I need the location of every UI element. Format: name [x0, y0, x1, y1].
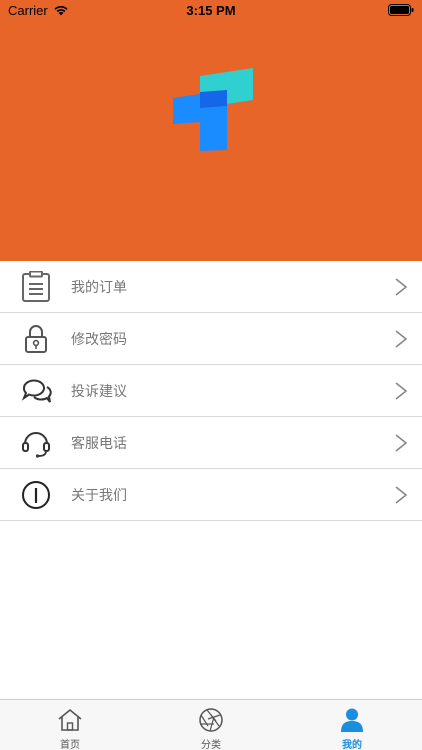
- user-icon: [339, 707, 365, 733]
- menu-item-change-password[interactable]: 修改密码: [0, 313, 422, 365]
- aperture-icon: [198, 707, 224, 733]
- status-bar: Carrier 3:15 PM: [0, 0, 422, 22]
- tab-category[interactable]: 分类: [141, 700, 281, 750]
- clipboard-icon: [20, 270, 52, 303]
- lock-icon: [20, 323, 52, 355]
- chevron-right-icon: [394, 381, 408, 401]
- tab-home[interactable]: 首页: [0, 700, 140, 750]
- battery-icon: [388, 4, 414, 20]
- tab-label: 分类: [201, 740, 221, 750]
- profile-menu: 我的订单 修改密码 投诉建议 客服电话 关于我们: [0, 261, 422, 521]
- chat-bubbles-icon: [20, 375, 52, 407]
- chevron-right-icon: [394, 277, 408, 297]
- menu-item-label: 修改密码: [71, 332, 127, 348]
- app-logo: [171, 68, 255, 158]
- menu-item-label: 关于我们: [71, 488, 127, 504]
- menu-item-label: 我的订单: [71, 280, 127, 296]
- tab-bar: 首页 分类 我的: [0, 699, 422, 750]
- chevron-right-icon: [394, 329, 408, 349]
- tab-label: 首页: [60, 740, 80, 750]
- menu-item-orders[interactable]: 我的订单: [0, 261, 422, 313]
- chevron-right-icon: [394, 433, 408, 453]
- menu-item-customer-service[interactable]: 客服电话: [0, 417, 422, 469]
- info-icon: [20, 479, 52, 511]
- tab-label: 我的: [342, 740, 362, 750]
- menu-item-feedback[interactable]: 投诉建议: [0, 365, 422, 417]
- tab-mine[interactable]: 我的: [282, 700, 422, 750]
- menu-item-label: 客服电话: [71, 436, 127, 452]
- chevron-right-icon: [394, 485, 408, 505]
- headset-icon: [20, 427, 52, 459]
- menu-item-about-us[interactable]: 关于我们: [0, 469, 422, 521]
- menu-item-label: 投诉建议: [71, 384, 127, 400]
- profile-header: Carrier 3:15 PM: [0, 0, 422, 261]
- home-icon: [57, 707, 83, 733]
- status-time: 3:15 PM: [186, 3, 236, 18]
